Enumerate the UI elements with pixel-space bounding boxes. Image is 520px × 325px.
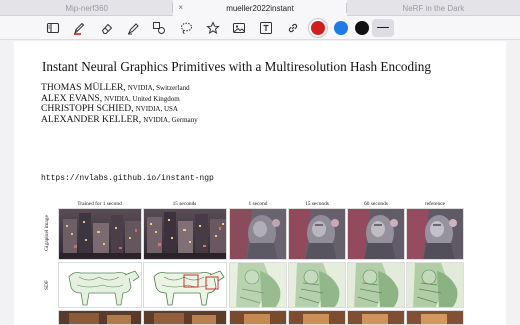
figure-column-label: 15 seconds xyxy=(305,201,329,207)
author-affiliation: NVIDIA, United Kingdom xyxy=(104,94,180,103)
figure-image-sdf-armor-reference xyxy=(406,262,464,308)
figure-image-row3-15s xyxy=(143,310,227,325)
tab-mueller2022instant[interactable]: × mueller2022instant xyxy=(173,0,347,16)
highlighter-icon[interactable] xyxy=(124,19,142,37)
color-swatch-red[interactable] xyxy=(311,21,325,35)
paper-title: Instant Neural Graphics Primitives with … xyxy=(42,59,431,74)
shapes-icon-glyph xyxy=(153,22,165,34)
stroke-width-thin[interactable] xyxy=(372,19,394,37)
figure-image-nerf-60s xyxy=(347,208,405,260)
link-icon-glyph xyxy=(288,23,298,33)
tab-label: mueller2022instant xyxy=(226,3,294,13)
color-swatch-blue[interactable] xyxy=(334,21,348,35)
figure-image-gigapixel-1s xyxy=(58,208,142,260)
figure-column-label: reference xyxy=(424,201,446,207)
figure-image-row3-col3 xyxy=(229,310,287,325)
figure-image-sdf-armor-15s xyxy=(288,262,346,308)
figure-image-row3-col6 xyxy=(406,310,464,325)
sidebar-icon-glyph xyxy=(46,22,60,34)
eraser-icon[interactable] xyxy=(98,19,116,37)
highlighter-icon-glyph xyxy=(128,23,139,35)
tab-bar: Mip-nerf360 × mueller2022instant NeRF in… xyxy=(0,0,520,16)
author-affiliation: NVIDIA, Germany xyxy=(143,115,198,124)
figure-column-label: Trained for 1 second xyxy=(77,201,122,207)
tab-label: Mip-nerf360 xyxy=(65,3,108,13)
shapes-icon[interactable] xyxy=(150,19,168,37)
tab-label: NeRF in the Dark xyxy=(402,3,465,13)
figure-image-row3-col4 xyxy=(288,310,346,325)
pen-icon[interactable] xyxy=(70,19,88,37)
author-name: ALEXANDER KELLER, xyxy=(41,113,142,125)
figure-image-sdf-armor-60s xyxy=(347,262,405,308)
figure-image-nerf-1s xyxy=(229,208,287,260)
figure-row-label: Gigapixel image xyxy=(44,215,50,251)
author-affiliation: NVIDIA, Switzerland xyxy=(127,84,190,92)
stroke-thin-glyph xyxy=(377,27,389,29)
text-icon-glyph xyxy=(260,22,272,34)
link-icon[interactable] xyxy=(284,19,302,37)
lasso-icon[interactable] xyxy=(177,19,195,37)
tab-mip-nerf360[interactable]: Mip-nerf360 xyxy=(0,0,174,16)
eraser-icon-glyph xyxy=(101,23,113,34)
project-url-link[interactable]: https://nvlabs.github.io/instant-ngp xyxy=(41,174,214,183)
author-name: THOMAS MÜLLER, xyxy=(41,82,126,93)
figure-image-sdf-1s xyxy=(58,262,142,308)
figure-column-label: 60 seconds xyxy=(364,201,388,207)
author-name: ALEX EVANS, xyxy=(41,92,103,104)
close-tab-icon[interactable]: × xyxy=(178,3,183,13)
figure-image-row3-1s xyxy=(58,310,142,325)
color-swatch-black[interactable] xyxy=(355,21,369,35)
figure-image-nerf-15s xyxy=(288,208,346,260)
lasso-icon-glyph xyxy=(181,22,192,34)
figure-image-sdf-armor-1s xyxy=(229,262,287,308)
annotation-toolbar xyxy=(0,16,520,46)
sidebar-icon[interactable] xyxy=(44,19,62,37)
figure-column-label: 15 seconds xyxy=(172,201,197,207)
author-list: THOMAS MÜLLER, NVIDIA, Switzerland ALEX E… xyxy=(41,82,198,126)
figure-image-sdf-15s xyxy=(143,262,227,308)
star-icon-glyph xyxy=(206,21,220,35)
figure-column-label: 1 second xyxy=(248,201,268,207)
author-affiliation: NVIDIA, USA xyxy=(135,105,178,114)
image-icon-glyph xyxy=(233,23,245,33)
figure-row-label: SDF xyxy=(44,280,50,290)
figure-image-nerf-reference xyxy=(406,208,464,260)
image-icon[interactable] xyxy=(230,19,248,37)
figure-image-row3-col5 xyxy=(347,310,405,325)
text-icon[interactable] xyxy=(257,19,275,37)
pdf-reader-app: Mip-nerf360 × mueller2022instant NeRF in… xyxy=(0,0,520,325)
tab-nerf-in-the-dark[interactable]: NeRF in the Dark xyxy=(347,0,520,16)
figure-image-gigapixel-15s xyxy=(143,208,227,260)
author-entry: ALEXANDER KELLER, NVIDIA, Germany xyxy=(41,113,198,126)
star-icon[interactable] xyxy=(204,19,222,37)
pen-icon-glyph xyxy=(74,22,85,35)
author-name: CHRISTOPH SCHIED, xyxy=(41,103,134,115)
